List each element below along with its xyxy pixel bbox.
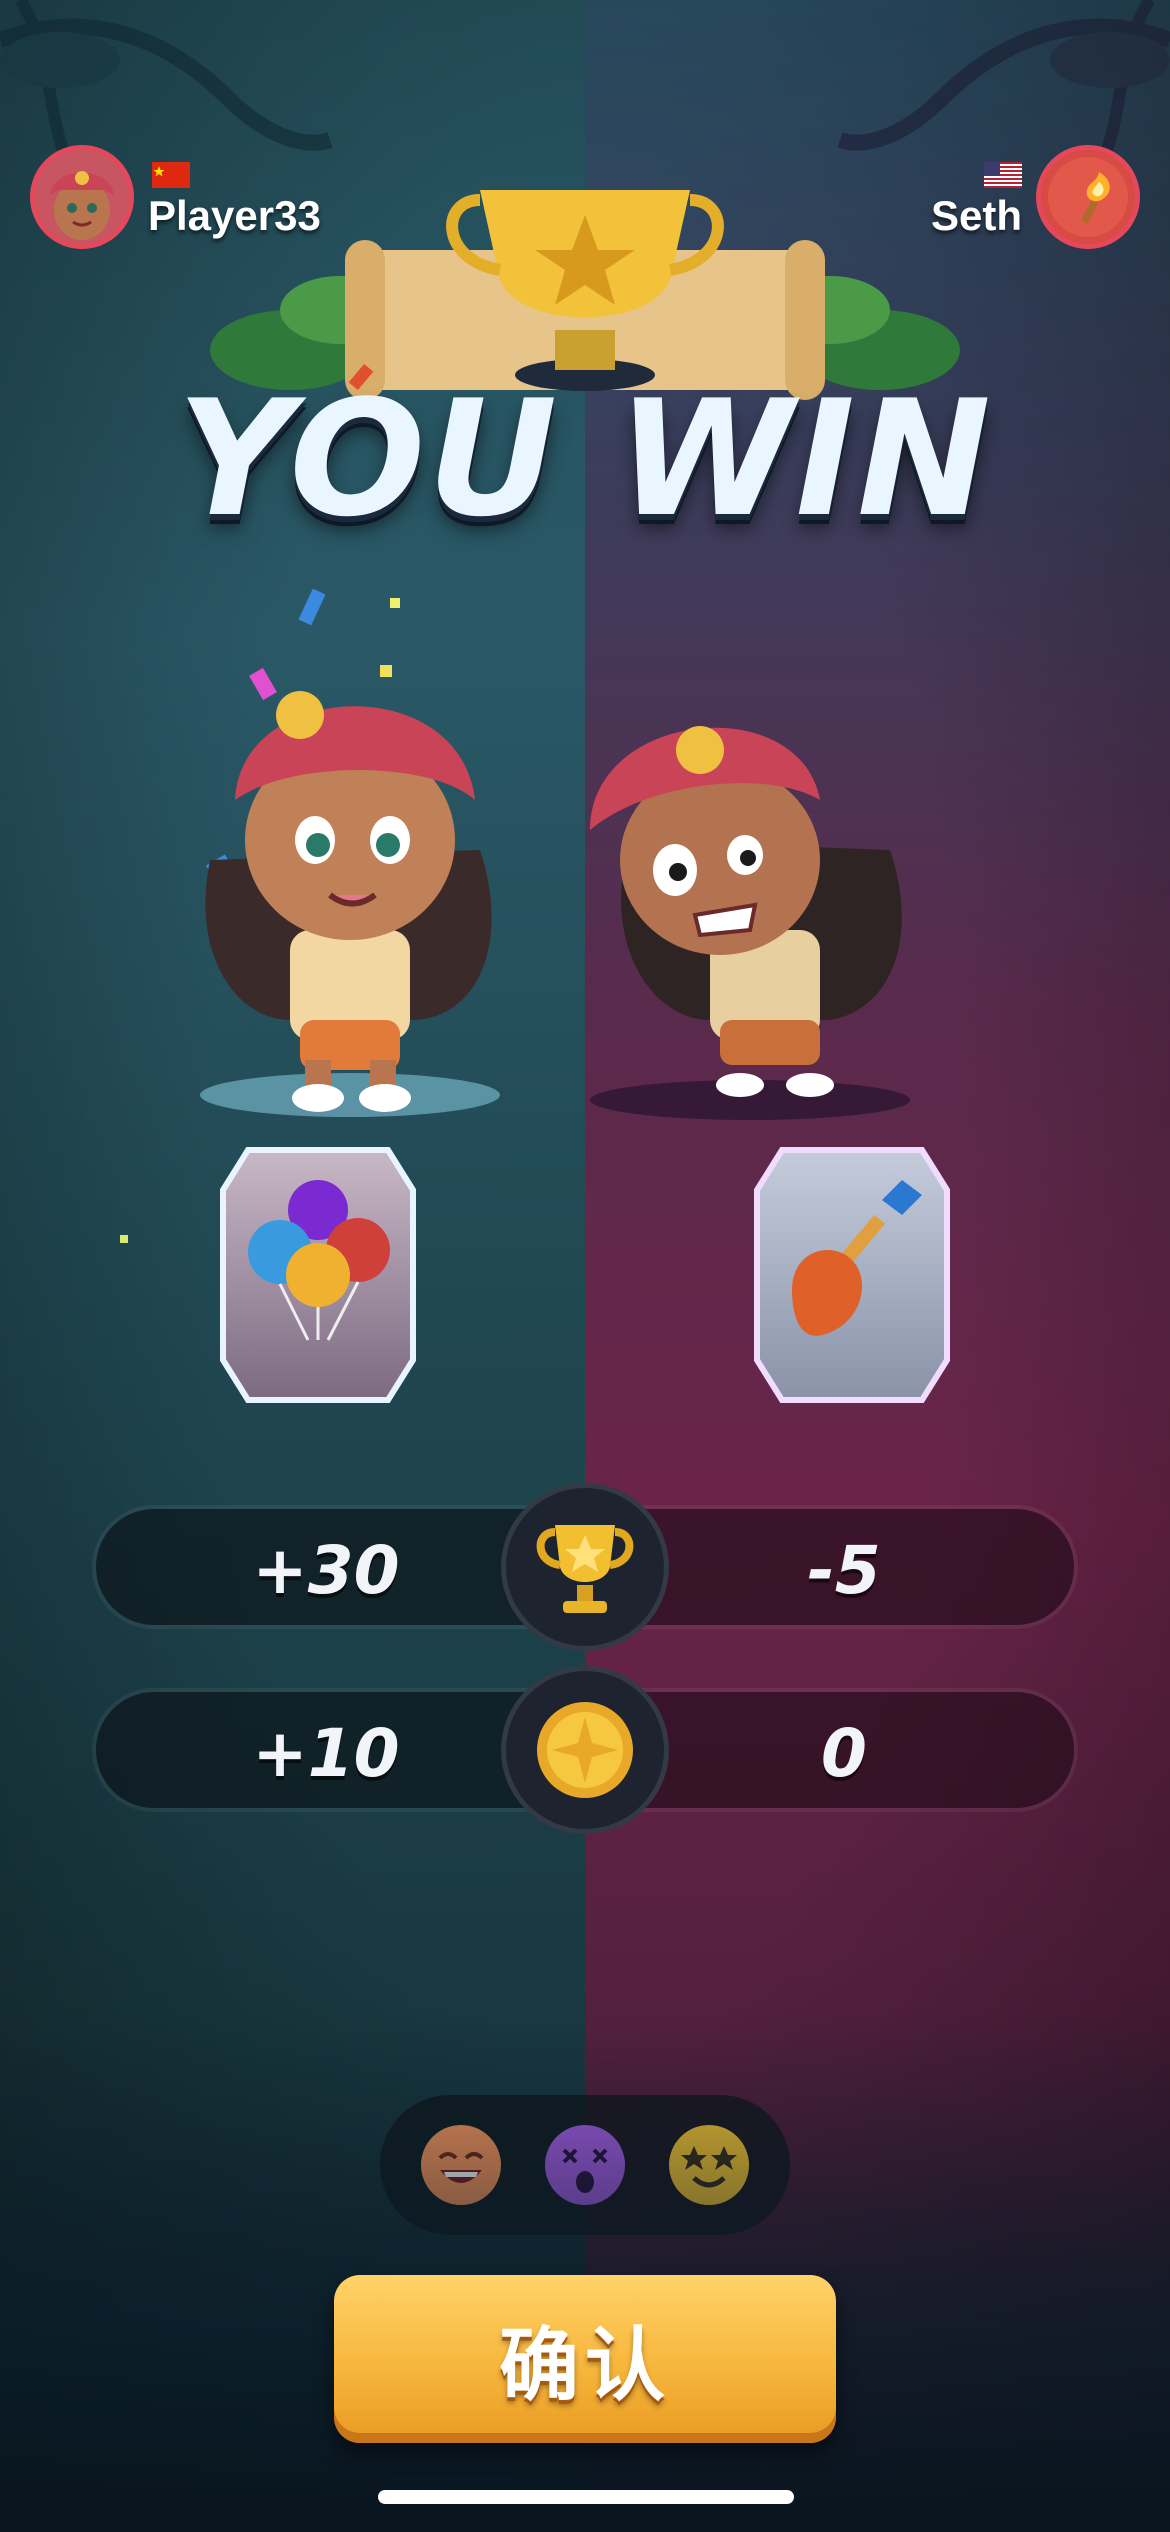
balloons-card[interactable]	[218, 1140, 418, 1410]
confirm-button[interactable]: 确认	[334, 2275, 836, 2443]
coin-loss-value: 0	[821, 1715, 867, 1792]
shovel-card[interactable]	[752, 1140, 952, 1410]
girl-avatar-icon	[35, 150, 129, 244]
game-result-screen: Player33 Seth YOU WIN +30 -5 +10 0 确认	[0, 0, 1170, 2532]
winner-character	[200, 691, 500, 1117]
left-player-avatar[interactable]	[30, 145, 134, 249]
usa-flag-icon	[984, 162, 1022, 188]
coin-gain-value: +10	[252, 1715, 400, 1792]
trophy-stat-badge	[501, 1483, 669, 1651]
confirm-button-label: 确认	[499, 2319, 671, 2412]
right-player-info: Seth	[931, 145, 1140, 249]
china-flag-icon	[152, 162, 190, 188]
right-player-avatar[interactable]	[1036, 145, 1140, 249]
confetti-piece	[120, 1235, 128, 1243]
trophy-icon	[536, 1525, 634, 1613]
coin-icon	[537, 1702, 633, 1798]
result-title: YOU WIN	[177, 365, 993, 552]
jungle-foliage-bottom	[0, 2012, 1170, 2532]
loser-character	[590, 726, 910, 1120]
confetti-piece	[390, 598, 400, 608]
shovel-card-icon	[754, 1147, 950, 1403]
home-indicator[interactable]	[378, 2490, 794, 2504]
balloons-card-icon	[220, 1147, 416, 1403]
torch-avatar-icon	[1041, 150, 1135, 244]
trophy-loss-value: -5	[807, 1532, 881, 1609]
trophy-gain-value: +30	[252, 1532, 400, 1609]
coin-stat-badge	[501, 1666, 669, 1834]
